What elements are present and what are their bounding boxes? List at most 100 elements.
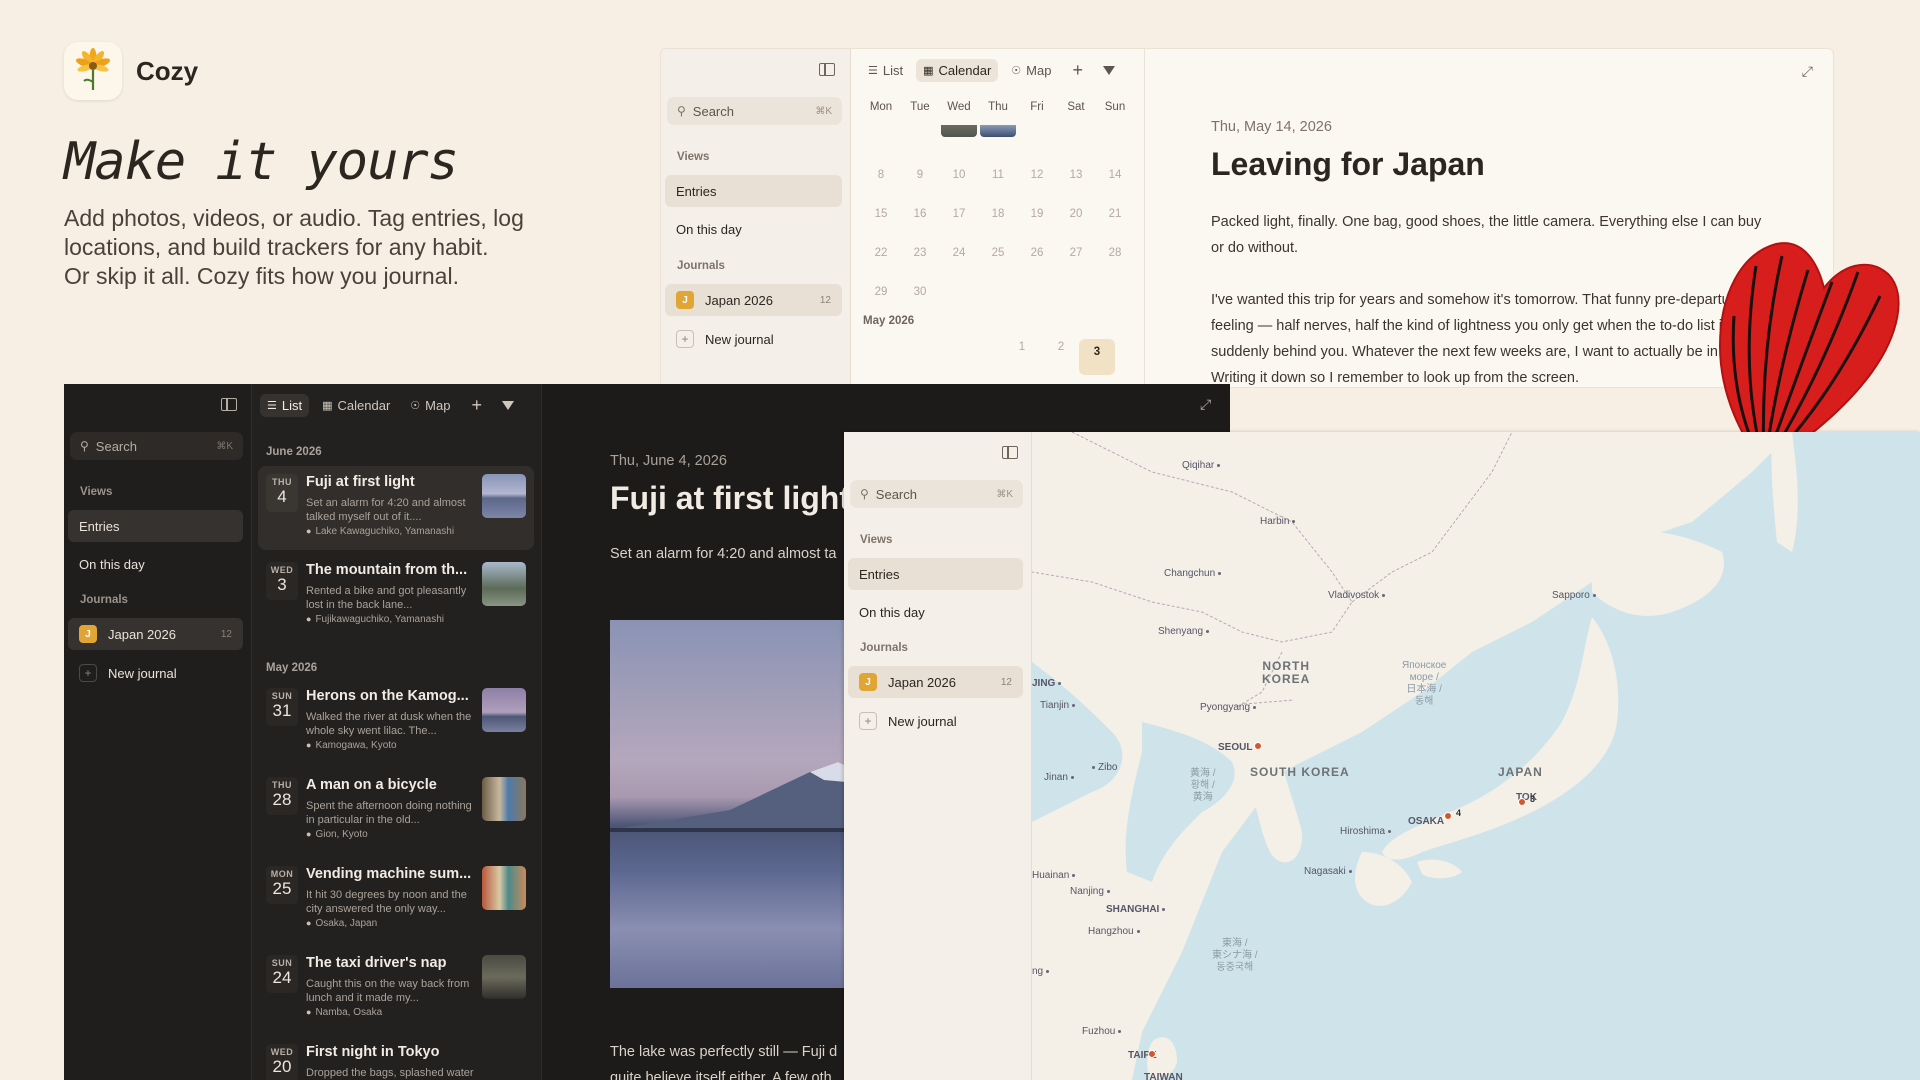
calendar-day[interactable]: 2 — [1048, 341, 1074, 353]
entry-snippet: Spent the afternoon doing nothing in par… — [306, 800, 472, 826]
map-pin[interactable] — [1148, 1050, 1156, 1058]
entry-date: Thu, June 4, 2026 — [610, 453, 727, 469]
new-journal-button[interactable]: + New journal — [665, 323, 842, 355]
calendar-day-selected[interactable]: 3 — [1079, 339, 1115, 375]
new-journal-button[interactable]: + New journal — [68, 657, 243, 689]
sidebar-item-entries[interactable]: Entries — [665, 175, 842, 207]
tab-list[interactable]: ☰ List — [861, 59, 910, 82]
search-icon: ⚲ — [860, 487, 869, 501]
calendar-day[interactable]: 23 — [902, 247, 938, 259]
map-pin[interactable] — [1254, 742, 1262, 750]
add-entry-icon[interactable]: + — [471, 395, 482, 416]
expand-icon[interactable]: ⤢ — [1200, 396, 1211, 413]
sidebar-item-entries[interactable]: Entries — [848, 558, 1023, 590]
list-item[interactable]: SUN 24 The taxi driver's nap Caught this on… — [258, 947, 534, 1031]
weekday-label: Thu — [988, 101, 1008, 113]
list-item[interactable]: THU 28 A man on a bicycle Spent the afterno… — [258, 769, 534, 853]
sidebar-toggle-icon[interactable] — [1002, 446, 1018, 459]
add-entry-icon[interactable]: + — [1072, 60, 1083, 81]
sidebar-item-entries[interactable]: Entries — [68, 510, 243, 542]
calendar-day[interactable]: 25 — [980, 247, 1016, 259]
calendar-day[interactable]: 19 — [1019, 208, 1055, 220]
entry-title: Vending machine sum... — [306, 866, 472, 882]
calendar-day[interactable]: 21 — [1097, 208, 1133, 220]
entry-thumbnail — [482, 474, 526, 518]
calendar-day[interactable]: 9 — [902, 169, 938, 181]
calendar-day[interactable]: 20 — [1058, 208, 1094, 220]
map-pin-count: 4 — [1456, 808, 1462, 818]
list-item[interactable]: WED 3 The mountain from th... Rented a bike… — [258, 554, 534, 638]
calendar-day[interactable]: 16 — [902, 208, 938, 220]
sidebar-toggle-icon[interactable] — [819, 63, 835, 76]
calendar-day[interactable]: 27 — [1058, 247, 1094, 259]
filter-icon[interactable] — [501, 401, 514, 410]
tab-map[interactable]: ☉ Map — [1004, 59, 1058, 82]
map-city-label: Shenyang — [1158, 626, 1210, 637]
sidebar-toggle-icon[interactable] — [221, 398, 237, 411]
entry-snippet: Caught this on the way back from lunch a… — [306, 978, 470, 1004]
entry-date-badge: SUN 24 — [266, 955, 298, 993]
entry-paragraph: Set an alarm for 4:20 and almost ta — [610, 546, 837, 562]
search-input[interactable]: ⚲ Search ⌘K — [70, 432, 243, 460]
entry-paragraph: The lake was perfectly still — Fuji d — [610, 1044, 838, 1060]
entry-location: ● Namba, Osaka — [306, 1007, 383, 1018]
calendar-day[interactable]: 24 — [941, 247, 977, 259]
expand-icon[interactable]: ⤢ — [1802, 63, 1813, 80]
calendar-day[interactable]: 28 — [1097, 247, 1133, 259]
sidebar-item-journal[interactable]: J Japan 2026 12 — [68, 618, 243, 650]
plus-icon: + — [676, 330, 694, 348]
list-item[interactable]: SUN 31 Herons on the Kamog... Walked the ri… — [258, 680, 534, 764]
entry-snippet: Rented a bike and got pleasantly lost in… — [306, 585, 467, 611]
journals-label: Journals — [860, 642, 908, 654]
search-input[interactable]: ⚲ Search ⌘K — [667, 97, 842, 125]
tab-calendar[interactable]: ▦ Calendar — [916, 59, 999, 82]
entry-location: ● Lake Kawaguchiko, Yamanashi — [306, 526, 455, 537]
sidebar-item-on-this-day[interactable]: On this day — [68, 548, 243, 580]
list-item[interactable]: MON 25 Vending machine sum... It hit 30 deg… — [258, 858, 534, 942]
views-label: Views — [80, 486, 113, 498]
map-city-label: Vladivostok — [1328, 590, 1386, 601]
photo-thumb[interactable] — [941, 125, 977, 137]
calendar-day[interactable]: 18 — [980, 208, 1016, 220]
weekday-label: Fri — [1030, 101, 1044, 113]
entry-location: ● Fujikawaguchiko, Yamanashi — [306, 614, 445, 625]
list-item[interactable]: WED 20 First night in Tokyo Dropped the bag… — [258, 1036, 534, 1080]
calendar-day[interactable]: 11 — [980, 169, 1016, 181]
hero-line: Add photos, videos, or audio. Tag entrie… — [64, 205, 524, 231]
entry-location: ● Gion, Kyoto — [306, 829, 368, 840]
map-pin[interactable] — [1444, 812, 1452, 820]
calendar-day[interactable]: 13 — [1058, 169, 1094, 181]
calendar-day[interactable]: 12 — [1019, 169, 1055, 181]
location-pin-icon: ● — [306, 740, 312, 750]
tab-calendar[interactable]: ▦ Calendar — [315, 394, 397, 417]
map-city-label: Changchun — [1164, 568, 1222, 579]
sidebar-item-journal[interactable]: J Japan 2026 12 — [848, 666, 1023, 698]
calendar-day[interactable]: 17 — [941, 208, 977, 220]
calendar-day[interactable]: 8 — [863, 169, 899, 181]
list-item[interactable]: THU 4 Fuji at first light Set an alarm for … — [258, 466, 534, 550]
month-group-label: June 2026 — [266, 446, 322, 458]
map-city-label: Qiqihar — [1182, 460, 1221, 471]
photo-thumb[interactable] — [980, 125, 1016, 137]
calendar-day[interactable]: 10 — [941, 169, 977, 181]
sidebar-item-journal[interactable]: J Japan 2026 12 — [665, 284, 842, 316]
sidebar-item-on-this-day[interactable]: On this day — [665, 213, 842, 245]
tab-list[interactable]: ☰ List — [260, 394, 310, 417]
map-city-label: Pyongyang — [1200, 702, 1257, 713]
weekday-label: Mon — [869, 101, 893, 113]
calendar-day[interactable]: 26 — [1019, 247, 1055, 259]
tab-map[interactable]: ☉ Map — [403, 394, 457, 417]
filter-icon[interactable] — [1102, 66, 1115, 75]
calendar-day[interactable]: 22 — [863, 247, 899, 259]
map-canvas[interactable]: Qiqihar Harbin Changchun Vladivostok Sap… — [1032, 432, 1920, 1080]
calendar-day[interactable]: 15 — [863, 208, 899, 220]
calendar-day[interactable]: 29 — [863, 286, 899, 298]
map-pin[interactable] — [1518, 798, 1526, 806]
location-pin-icon: ● — [306, 1007, 312, 1017]
calendar-day[interactable]: 1 — [1009, 341, 1035, 353]
calendar-day[interactable]: 30 — [902, 286, 938, 298]
calendar-day[interactable]: 14 — [1097, 169, 1133, 181]
new-journal-button[interactable]: + New journal — [848, 705, 1023, 737]
sidebar-item-on-this-day[interactable]: On this day — [848, 596, 1023, 628]
search-input[interactable]: ⚲ Search ⌘K — [850, 480, 1023, 508]
